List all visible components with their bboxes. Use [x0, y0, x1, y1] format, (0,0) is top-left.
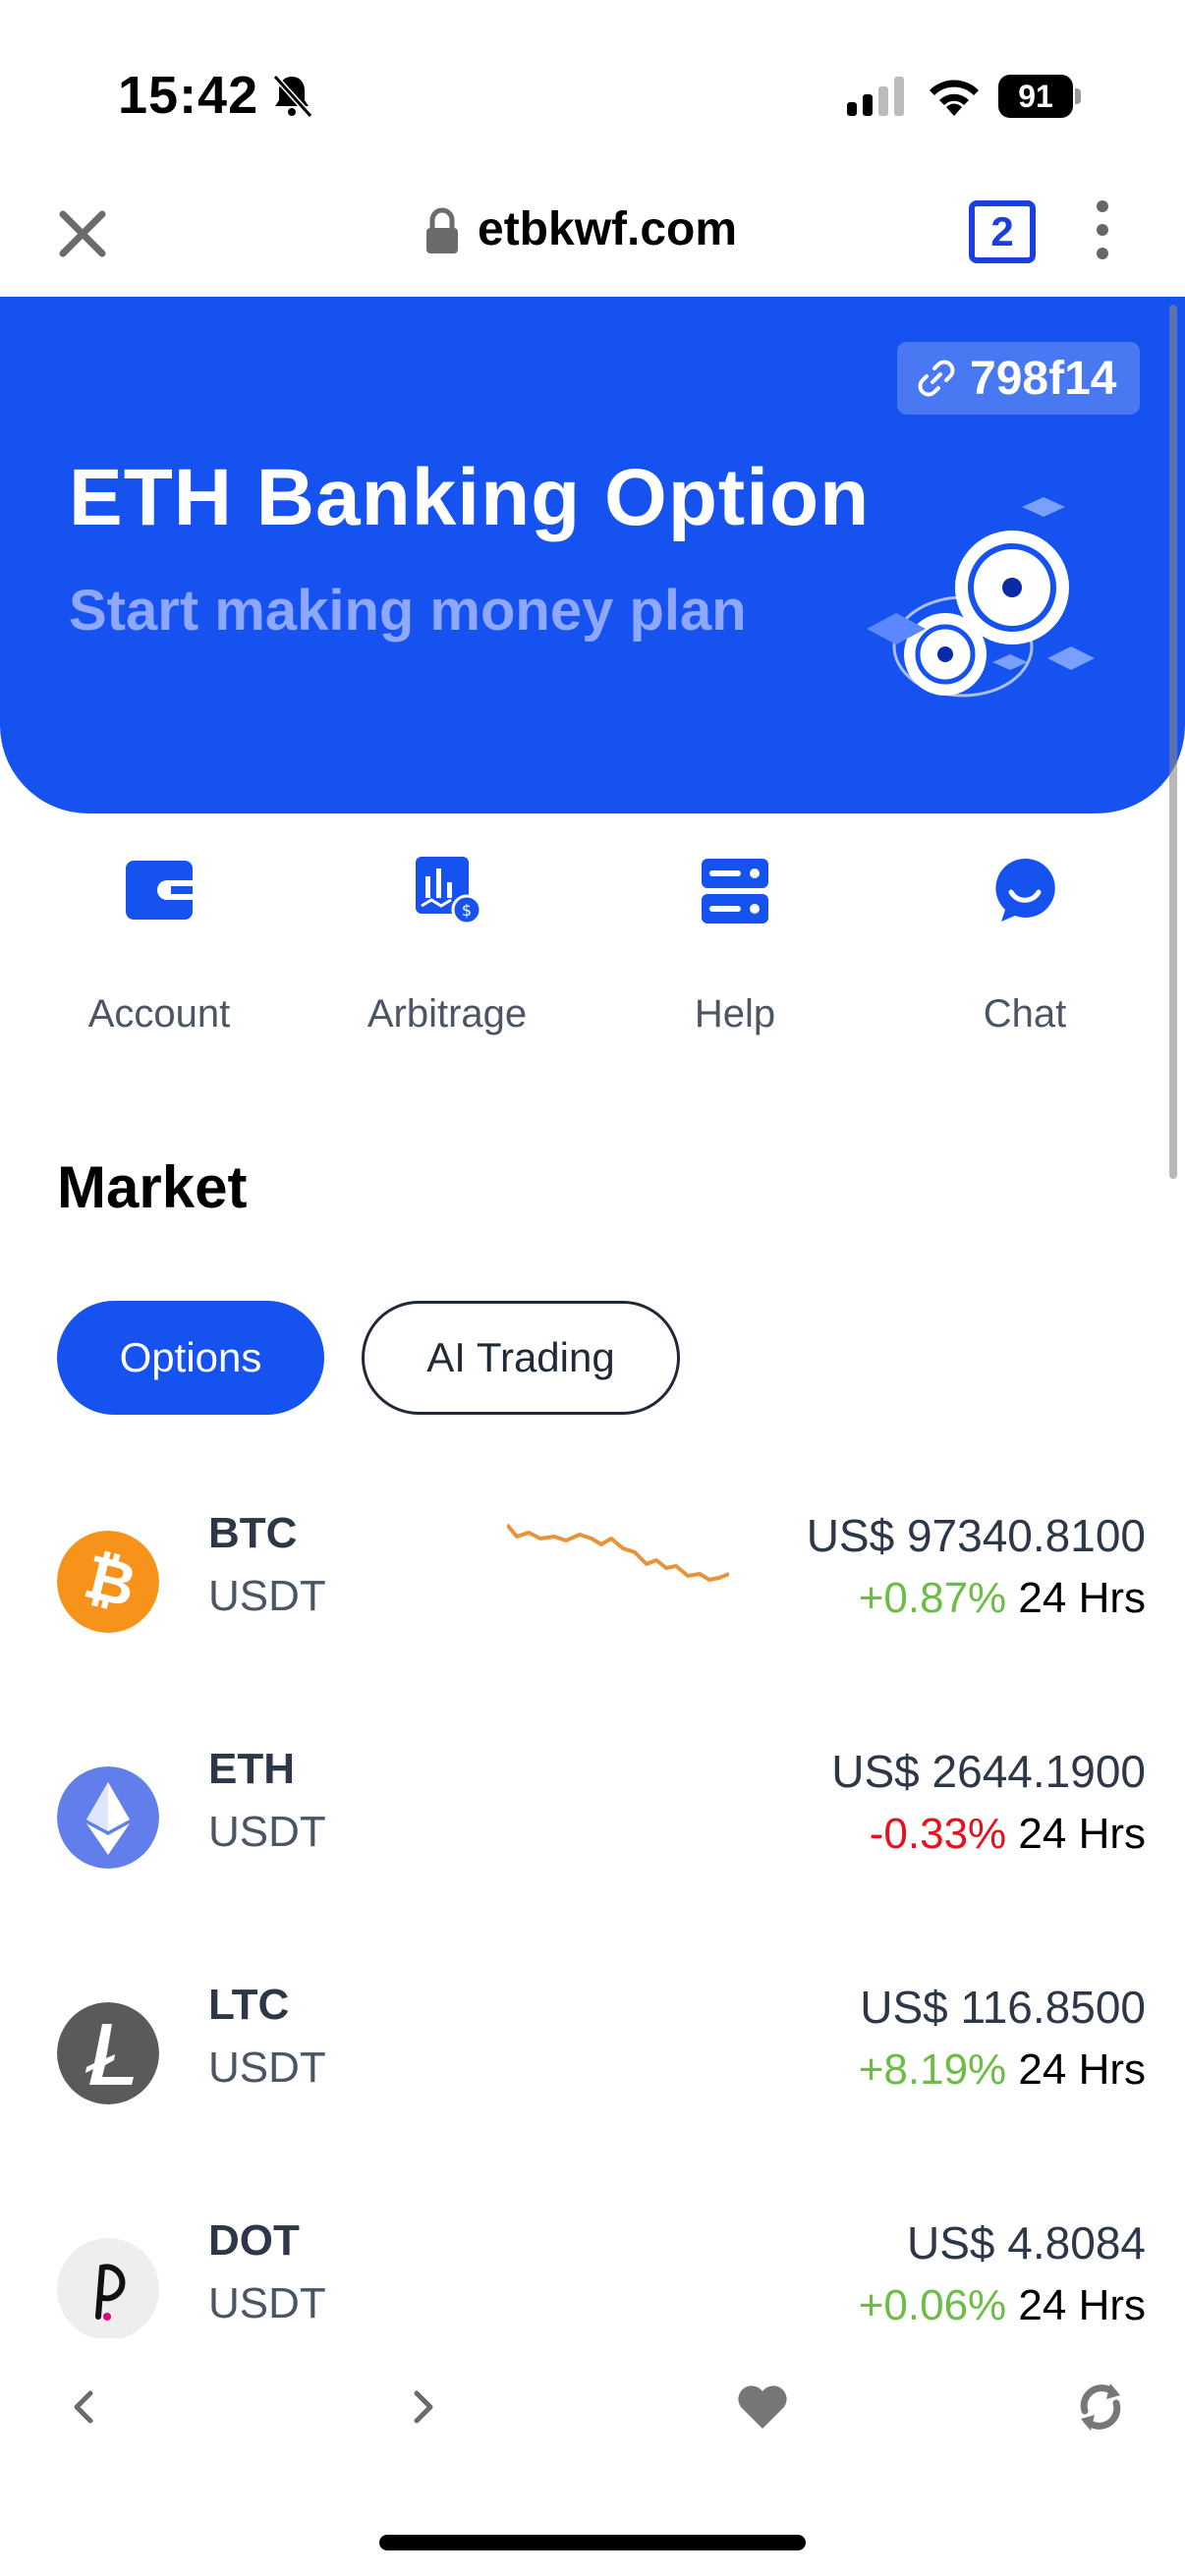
address-bar-url[interactable]: etbkwf.com	[478, 202, 737, 256]
bitcoin-logo-icon: ₿	[57, 1531, 159, 1633]
browser-bottom-nav	[0, 2338, 1185, 2476]
heart-icon[interactable]	[733, 2378, 792, 2436]
back-arrow-icon[interactable]	[55, 2378, 114, 2436]
coin-quote: USDT	[208, 1808, 326, 1856]
chart-dollar-icon: $	[416, 857, 482, 925]
battery-level: 91	[1018, 79, 1053, 114]
chat-bubble-icon	[995, 858, 1055, 922]
status-time: 15:42	[118, 66, 259, 125]
quick-action-chat[interactable]: Chat	[877, 855, 1172, 1051]
quick-actions: Account $ Arbitrage Help Chat	[0, 855, 1185, 1051]
polkadot-logo-icon	[57, 2238, 159, 2340]
bell-muted-icon	[272, 74, 313, 119]
coin-price: US$ 4.8084	[907, 2217, 1146, 2268]
invite-code-badge[interactable]: 798f14	[897, 342, 1140, 415]
hero-banner: 798f14 ETH Banking Option Start making m…	[0, 297, 1185, 813]
wifi-icon	[930, 80, 979, 116]
quick-action-arbitrage[interactable]: $ Arbitrage	[300, 855, 594, 1051]
coin-change-percent: +8.19%	[858, 2045, 1007, 2094]
coin-change-period: 24 Hrs	[1018, 2281, 1146, 2329]
coin-change-percent: -0.33%	[869, 1810, 1007, 1858]
coin-change: +8.19% 24 Hrs	[859, 2045, 1146, 2095]
hero-subtitle: Start making money plan	[69, 579, 747, 643]
cellular-signal-icon	[847, 77, 904, 116]
coin-change-percent: +0.87%	[858, 1574, 1007, 1622]
coin-change-period: 24 Hrs	[1018, 1574, 1146, 1622]
quick-action-label: Chat	[983, 992, 1067, 1036]
coin-price: US$ 2644.1900	[831, 1746, 1146, 1797]
forward-arrow-icon[interactable]	[393, 2378, 452, 2436]
coin-quote: USDT	[208, 1572, 326, 1620]
invite-code-text: 798f14	[970, 352, 1117, 405]
ethereum-logo-icon	[57, 1766, 159, 1869]
market-row-ltc[interactable]: LTC USDT US$ 116.8500 +8.19% 24 Hrs	[0, 1981, 1185, 2128]
tab-count-button[interactable]: 2	[969, 200, 1036, 263]
quick-action-help[interactable]: Help	[588, 855, 882, 1051]
wallet-icon	[126, 861, 193, 920]
crypto-illustration	[867, 497, 1095, 698]
close-icon[interactable]	[55, 206, 110, 261]
battery-indicator: 91	[998, 75, 1081, 118]
quick-action-account[interactable]: Account	[12, 855, 307, 1051]
market-row-btc[interactable]: ₿ BTC USDT US$ 97340.8100 +0.87% 24 Hrs	[0, 1509, 1185, 1656]
coin-symbol: LTC	[208, 1981, 290, 2029]
quick-action-label: Arbitrage	[367, 992, 528, 1036]
tab-ai-trading[interactable]: AI Trading	[362, 1301, 680, 1415]
market-row-eth[interactable]: ETH USDT US$ 2644.1900 -0.33% 24 Hrs	[0, 1745, 1185, 1892]
coin-change: -0.33% 24 Hrs	[870, 1810, 1146, 1859]
market-title: Market	[57, 1154, 248, 1220]
btc-sparkline	[507, 1523, 729, 1582]
coin-change-period: 24 Hrs	[1018, 2045, 1146, 2094]
coin-change: +0.87% 24 Hrs	[859, 1574, 1146, 1623]
home-indicator[interactable]	[379, 2535, 806, 2550]
coin-price: US$ 97340.8100	[806, 1510, 1146, 1561]
coin-symbol: DOT	[208, 2216, 300, 2265]
hero-title: ETH Banking Option	[69, 453, 871, 542]
coin-change: +0.06% 24 Hrs	[859, 2281, 1146, 2330]
page-scrollbar[interactable]	[1169, 305, 1177, 1179]
server-icon	[702, 859, 768, 924]
lock-icon	[426, 207, 458, 253]
more-menu-icon[interactable]	[1093, 200, 1112, 263]
refresh-icon[interactable]	[1071, 2378, 1130, 2436]
coin-quote: USDT	[208, 2279, 326, 2327]
quick-action-label: Account	[87, 992, 231, 1036]
coin-quote: USDT	[208, 2044, 326, 2092]
tab-options[interactable]: Options	[57, 1301, 324, 1415]
link-icon	[918, 360, 955, 397]
quick-action-label: Help	[694, 992, 776, 1036]
coin-change-percent: +0.06%	[858, 2281, 1007, 2329]
svg-text:$: $	[462, 901, 472, 920]
browser-toolbar: etbkwf.com 2	[0, 187, 1185, 297]
litecoin-logo-icon	[57, 2002, 159, 2104]
coin-change-period: 24 Hrs	[1018, 1810, 1146, 1858]
coin-symbol: ETH	[208, 1745, 295, 1793]
coin-symbol: BTC	[208, 1509, 298, 1557]
status-bar: 15:42 91	[0, 0, 1185, 187]
coin-price: US$ 116.8500	[860, 1982, 1146, 2033]
